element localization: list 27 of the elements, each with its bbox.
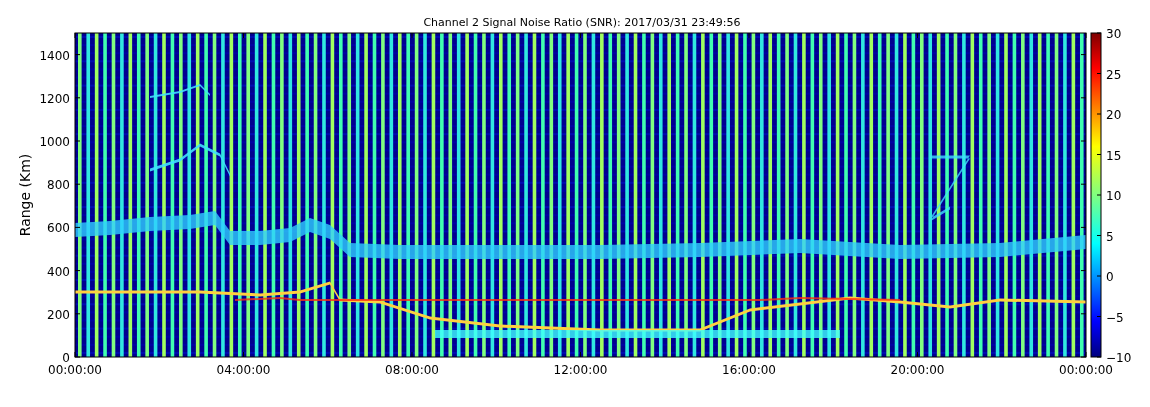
- axis-tick-label: 12:00:00: [553, 363, 608, 377]
- colorbar-tick-label: 15: [1106, 148, 1122, 163]
- axis-tick-label: 00:00:00: [1059, 363, 1113, 377]
- axis-tick-label: 800: [47, 178, 70, 193]
- axis-tick-label: 1400: [39, 48, 70, 63]
- colorbar-tick-label: 20: [1106, 108, 1122, 122]
- axis-tick-label: 20:00:00: [890, 363, 945, 377]
- colorbar-tick-label: 30: [1106, 27, 1122, 41]
- axis-tick-label: 600: [47, 221, 70, 236]
- colorbar-tick-label: 10: [1106, 189, 1122, 203]
- colorbar-tick-label: 25: [1106, 67, 1122, 82]
- axis-tick-label: 400: [47, 264, 70, 279]
- colorbar-tick-label: −5: [1106, 310, 1124, 325]
- chart-title: Channel 2 Signal Noise Ratio (SNR): 2017/03/31 23:49:56: [423, 16, 741, 29]
- colorbar-tick-label: −10: [1106, 351, 1132, 365]
- axis-tick-label: 200: [47, 307, 70, 322]
- colorbar-tick-label: 5: [1106, 229, 1114, 244]
- axis-tick-label: 1000: [39, 135, 70, 149]
- axis-tick-label: 08:00:00: [385, 363, 439, 377]
- axis-tick-label: 00:00:00: [48, 363, 102, 377]
- axis-tick-label: 16:00:00: [722, 363, 776, 377]
- axis-label: Range (Km): [17, 153, 33, 237]
- colorbar-tick-label: 0: [1106, 270, 1114, 284]
- axis-tick-label: 0: [62, 351, 70, 365]
- axis-tick-label: 04:00:00: [216, 363, 271, 377]
- echo-layer: [150, 84, 210, 98]
- axis-tick-label: 1200: [39, 91, 70, 106]
